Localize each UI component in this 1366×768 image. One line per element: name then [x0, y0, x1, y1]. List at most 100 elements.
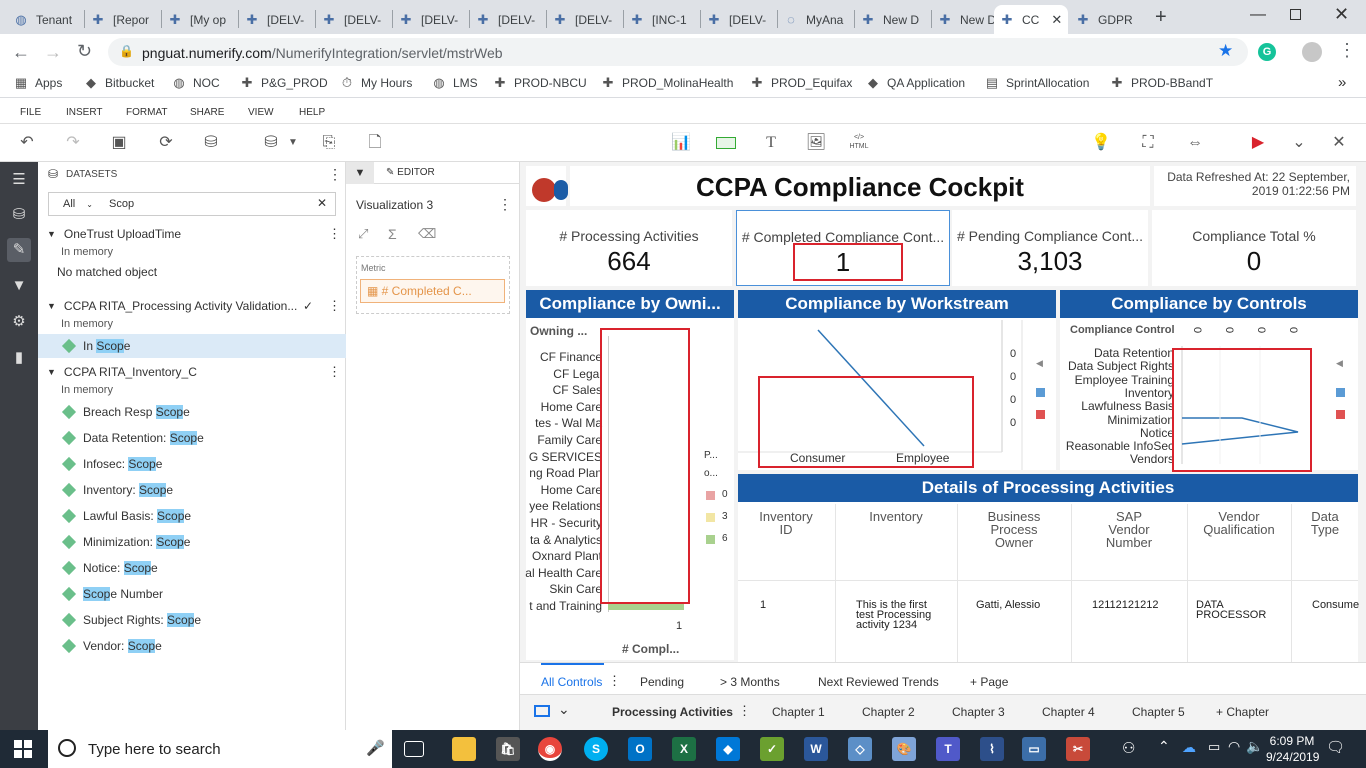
close-tab-icon[interactable]: ✕ — [1051, 12, 1062, 28]
maps-icon[interactable]: ◆ — [716, 737, 740, 761]
action-center-icon[interactable]: 🗨 — [1326, 738, 1345, 756]
browser-tab[interactable]: ✚ GDPR — [1070, 5, 1145, 34]
attribute-item[interactable]: Notice: Scope — [38, 556, 346, 580]
browser-tab[interactable]: ✚ [DELV- — [316, 5, 391, 34]
attribute-item[interactable]: Subject Rights: Scope — [38, 608, 346, 632]
excel-icon[interactable]: X — [672, 737, 696, 761]
onedrive-icon[interactable]: ☁ — [1182, 739, 1196, 756]
browser-menu-icon[interactable]: ⋮ — [1338, 40, 1356, 61]
bookmark-item[interactable]: ✚ PROD-NBCU — [493, 76, 587, 91]
undo-icon[interactable]: ↶ — [16, 133, 38, 153]
chapter-tab[interactable]: Chapter 1 — [772, 705, 825, 719]
menu-format[interactable]: FORMAT — [126, 107, 167, 118]
menu-share[interactable]: SHARE — [190, 107, 224, 118]
clock-date[interactable]: 9/24/2019 — [1266, 750, 1319, 764]
back-icon[interactable]: ← — [12, 42, 30, 63]
datasets-icon[interactable]: ⛁ — [7, 203, 31, 227]
profile-avatar[interactable] — [1302, 42, 1322, 62]
chrome-icon[interactable]: ◉ — [538, 737, 562, 761]
attribute-item[interactable]: Data Retention: Scope — [38, 426, 346, 450]
chapter-tab[interactable]: + Chapter — [1216, 705, 1269, 719]
volume-icon[interactable]: 🔈 — [1246, 738, 1263, 755]
bookmark-item[interactable]: ✚ P&G_PROD — [240, 76, 328, 91]
duplicate-icon[interactable]: ⎘ — [318, 133, 340, 153]
refresh-icon[interactable]: ⟳ — [155, 133, 177, 153]
teams-icon[interactable]: T — [936, 737, 960, 761]
chapter-tab[interactable]: Chapter 3 — [952, 705, 1005, 719]
chapter-tab[interactable]: Chapter 5 — [1132, 705, 1185, 719]
menu-view[interactable]: VIEW — [248, 107, 274, 118]
chevron-down-icon[interactable]: ▼ — [282, 133, 304, 153]
notes-app-icon[interactable]: ◇ — [848, 737, 872, 761]
browser-tab[interactable]: ✚ [DELV- — [547, 5, 622, 34]
metric-pill[interactable]: ▦ # Completed C... — [360, 279, 505, 303]
reload-icon[interactable]: ↻ — [77, 41, 92, 62]
add-data-icon[interactable]: ⛁ — [260, 133, 282, 153]
save-icon[interactable]: ▣ — [108, 133, 130, 153]
page-menu-icon[interactable]: ⋮ — [608, 673, 621, 689]
bookmark-item[interactable]: ▦ Apps — [14, 76, 63, 91]
outlook-icon[interactable]: O — [628, 737, 652, 761]
attribute-item[interactable]: Vendor: Scope — [38, 634, 346, 658]
dataset-group[interactable]: ▼ CCPA RITA_Processing Activity Validatio… — [38, 294, 346, 318]
column-header[interactable]: Number — [1072, 536, 1186, 549]
windows-start-icon[interactable] — [14, 740, 32, 758]
close-editor-icon[interactable]: ✕ — [1328, 133, 1350, 153]
browser-tab[interactable]: ✚ [INC-1 — [624, 5, 699, 34]
grammarly-icon[interactable]: G — [1258, 43, 1276, 61]
network-tool-icon[interactable]: ⌇ — [980, 737, 1004, 761]
browser-tab[interactable]: ✚ [My op — [162, 5, 237, 34]
menu-help[interactable]: HELP — [299, 107, 325, 118]
datasets-menu-icon[interactable]: ⋮ — [328, 166, 342, 183]
kpi-pending-compliance[interactable]: # Pending Compliance Cont... 3,103 — [952, 210, 1148, 286]
snipping-tool-icon[interactable]: ✂ — [1066, 737, 1090, 761]
kpi-processing-activities[interactable]: # Processing Activities 664 — [526, 210, 732, 286]
menu-insert[interactable]: INSERT — [66, 107, 103, 118]
skype-icon[interactable]: S — [584, 737, 608, 761]
insert-image-icon[interactable]: 🖼 — [805, 133, 827, 153]
chevron-down-icon[interactable]: ⌄ — [558, 701, 570, 718]
minimize-button[interactable]: — — [1250, 6, 1266, 24]
remote-desktop-icon[interactable]: ▭ — [1022, 737, 1046, 761]
maximize-button[interactable] — [1290, 9, 1301, 20]
attribute-item[interactable]: Minimization: Scope — [38, 530, 346, 554]
bookmark-item[interactable]: ✚ PROD-BBandT — [1110, 76, 1213, 91]
editor-tab[interactable]: ✎ EDITOR — [374, 162, 520, 184]
insert-html-icon[interactable]: </> HTML — [848, 133, 870, 153]
attribute-item[interactable]: Lawful Basis: Scope — [38, 504, 346, 528]
page-tab[interactable]: Pending — [640, 675, 684, 689]
legend-arrow-icon[interactable]: ◀ — [1036, 358, 1043, 369]
fit-to-screen-icon[interactable]: ⛶ — [1137, 133, 1159, 153]
browser-tab[interactable]: ✚ [DELV- — [470, 5, 545, 34]
settings-gear-icon[interactable]: ⚙ — [7, 310, 31, 334]
microphone-icon[interactable]: 🎤 — [366, 739, 385, 757]
eraser-icon[interactable]: ⌫ — [418, 226, 436, 242]
responsive-layout-icon[interactable]: ⇔ — [1184, 133, 1206, 153]
browser-tab[interactable]: ✚ [DELV- — [239, 5, 314, 34]
bookmark-item[interactable]: ◍ LMS — [432, 76, 477, 91]
column-header[interactable]: ID — [738, 523, 834, 536]
battery-icon[interactable]: ▭ — [1208, 739, 1220, 755]
bookmark-item[interactable]: ◆ Bitbucket — [84, 76, 154, 91]
bookmark-star-icon[interactable]: ★ — [1218, 41, 1233, 61]
word-icon[interactable]: W — [804, 737, 828, 761]
presentation-icon[interactable]: ▶ — [1247, 133, 1269, 153]
dataset-menu-icon[interactable]: ⋮ — [328, 364, 341, 380]
sigma-icon[interactable]: Σ — [388, 226, 397, 242]
tracker-app-icon[interactable]: ✓ — [760, 737, 784, 761]
column-header[interactable]: Type — [1292, 523, 1358, 536]
file-explorer-icon[interactable] — [452, 737, 476, 761]
store-icon[interactable]: 🛍 — [496, 737, 520, 761]
paint-icon[interactable]: 🎨 — [892, 737, 916, 761]
browser-tab[interactable]: ✚ [DELV- — [393, 5, 468, 34]
forward-icon[interactable]: → — [44, 42, 62, 63]
dataset-menu-icon[interactable]: ⋮ — [328, 298, 341, 314]
browser-tab[interactable]: ✚ New D — [855, 5, 930, 34]
close-window-button[interactable]: ✕ — [1334, 4, 1349, 25]
table-of-contents-icon[interactable]: ☰ — [7, 168, 31, 192]
chapter-menu-icon[interactable]: ⋮ — [738, 703, 751, 719]
dataset-group[interactable]: ▼ OneTrust UploadTime ⋮ — [38, 222, 346, 246]
insert-text-icon[interactable]: T — [760, 133, 782, 153]
redo-icon[interactable]: ↷ — [62, 133, 84, 153]
kpi-compliance-total[interactable]: Compliance Total % 0 — [1152, 210, 1356, 286]
